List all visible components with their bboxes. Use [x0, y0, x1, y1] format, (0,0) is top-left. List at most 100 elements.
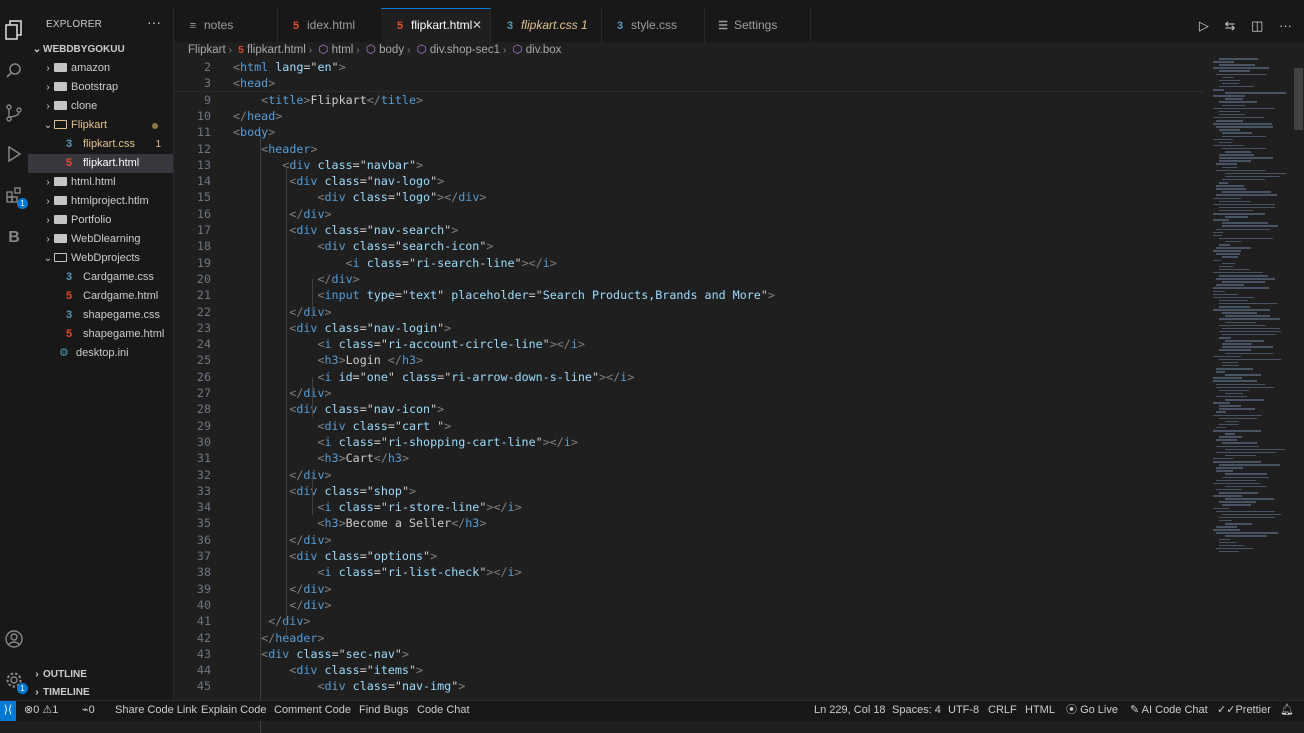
tab-idex-html[interactable]: 5 idex.html: [277, 8, 382, 42]
tree-item-htmlproject[interactable]: › htmlproject.htlm: [28, 192, 173, 211]
code-line[interactable]: 44 <div class="items">: [174, 662, 1204, 678]
remote-indicator-icon[interactable]: ⟩⟨: [0, 701, 16, 721]
code-line[interactable]: 28 <div class="nav-icon">: [174, 401, 1204, 417]
share-code-link-button[interactable]: Share Code Link: [115, 701, 197, 720]
encoding-setting[interactable]: UTF-8: [948, 701, 979, 720]
workspace-root[interactable]: ⌄ WEBDBYGOKUU: [28, 40, 173, 59]
close-icon[interactable]: ✕: [472, 9, 482, 41]
tree-item-cardgame-html[interactable]: 5 Cardgame.html: [28, 287, 173, 306]
tree-item-shapegame-css[interactable]: 3 shapegame.css: [28, 306, 173, 325]
compare-icon[interactable]: ⇆: [1225, 18, 1236, 33]
breadcrumb-folder[interactable]: Flipkart: [188, 44, 226, 56]
run-icon[interactable]: ▷: [1199, 18, 1209, 33]
breadcrumb-html[interactable]: html: [332, 44, 354, 56]
tab-settings[interactable]: ☰ Settings: [704, 8, 811, 42]
code-editor[interactable]: 2 <html lang="en"> 3 <head> 9 <title>Flipkar…: [174, 58, 1304, 733]
code-line[interactable]: 35 <h3>Become a Seller</h3>: [174, 515, 1204, 531]
breadcrumb-file[interactable]: flipkart.html: [247, 44, 306, 56]
prettier-button[interactable]: ✓✓Prettier: [1217, 701, 1271, 720]
indentation-setting[interactable]: Spaces: 4: [892, 701, 941, 720]
tab-flipkart-css[interactable]: 3 flipkart.css 1: [491, 8, 602, 42]
find-bugs-button[interactable]: Find Bugs: [359, 701, 409, 720]
run-debug-icon[interactable]: [4, 145, 24, 165]
code-line[interactable]: 40 </div>: [174, 597, 1204, 613]
code-line[interactable]: 20 </div>: [174, 271, 1204, 287]
code-line[interactable]: 27 </div>: [174, 385, 1204, 401]
tree-item-clone[interactable]: › clone: [28, 97, 173, 116]
tab-style-css[interactable]: 3 style.css: [601, 8, 705, 42]
outline-section[interactable]: › OUTLINE: [28, 665, 173, 684]
cursor-position[interactable]: Ln 229, Col 18: [814, 701, 886, 720]
code-line[interactable]: 12 <header>: [174, 141, 1204, 157]
eol-setting[interactable]: CRLF: [988, 701, 1017, 720]
code-line[interactable]: 26 <i id="one" class="ri-arrow-down-s-li…: [174, 369, 1204, 385]
code-line[interactable]: 30 <i class="ri-shopping-cart-line"></i>: [174, 434, 1204, 450]
code-line[interactable]: 32 </div>: [174, 467, 1204, 483]
code-line[interactable]: 2 <html lang="en">: [174, 59, 1204, 75]
code-line[interactable]: 42 </header>: [174, 630, 1204, 646]
code-line[interactable]: 23 <div class="nav-login">: [174, 320, 1204, 336]
code-line[interactable]: 45 <div class="nav-img">: [174, 678, 1204, 694]
scrollbar-thumb[interactable]: [1294, 68, 1303, 130]
code-line[interactable]: 14 <div class="nav-logo">: [174, 173, 1204, 189]
tree-item-flipkart-html[interactable]: 5 flipkart.html: [28, 154, 173, 173]
tree-item-cardgame-css[interactable]: 3 Cardgame.css: [28, 268, 173, 287]
code-line[interactable]: 3 <head>: [174, 75, 1204, 91]
language-mode[interactable]: HTML: [1025, 701, 1055, 720]
breadcrumb-box[interactable]: div.box: [526, 44, 562, 56]
code-line[interactable]: 36 </div>: [174, 532, 1204, 548]
split-editor-icon[interactable]: ◫: [1251, 18, 1263, 33]
tree-item-bootstrap[interactable]: › Bootstrap: [28, 78, 173, 97]
code-line[interactable]: 10 </head>: [174, 108, 1204, 124]
more-actions-icon[interactable]: ···: [1279, 18, 1292, 33]
breadcrumb-shop[interactable]: div.shop-sec1: [430, 44, 500, 56]
breadcrumb-body[interactable]: body: [379, 44, 404, 56]
notifications-bell-icon[interactable]: 🔔︎: [1280, 701, 1294, 720]
explorer-icon[interactable]: [4, 20, 24, 40]
account-icon[interactable]: [4, 630, 24, 650]
vertical-scrollbar[interactable]: [1293, 58, 1303, 700]
tab-flipkart-html[interactable]: 5 flipkart.html ✕: [381, 8, 491, 42]
code-line[interactable]: 34 <i class="ri-store-line"></i>: [174, 499, 1204, 515]
go-live-button[interactable]: ⦿ Go Live: [1066, 701, 1118, 720]
explain-code-button[interactable]: Explain Code: [201, 701, 266, 720]
code-line[interactable]: 22 </div>: [174, 304, 1204, 320]
code-line[interactable]: 9 <title>Flipkart</title>: [174, 92, 1204, 108]
problems-indicator[interactable]: ⊗0 ⚠1: [24, 701, 58, 720]
code-line[interactable]: 15 <div class="logo"></div>: [174, 189, 1204, 205]
bootstrap-icon[interactable]: B: [4, 228, 24, 248]
code-line[interactable]: 18 <div class="search-icon">: [174, 238, 1204, 254]
tree-item-webdprojects[interactable]: ⌄ WebDprojects: [28, 249, 173, 268]
tree-item-html-html[interactable]: › html.html: [28, 173, 173, 192]
code-line[interactable]: 31 <h3>Cart</h3>: [174, 450, 1204, 466]
source-control-icon[interactable]: [4, 104, 24, 124]
code-line[interactable]: 33 <div class="shop">: [174, 483, 1204, 499]
extensions-icon[interactable]: 1: [4, 186, 28, 209]
search-icon[interactable]: [4, 62, 24, 82]
manage-gear-icon[interactable]: 1: [4, 671, 28, 694]
code-line[interactable]: 43 <div class="sec-nav">: [174, 646, 1204, 662]
code-line[interactable]: 17 <div class="nav-search">: [174, 222, 1204, 238]
tab-notes[interactable]: ≡ notes: [174, 8, 278, 42]
tree-item-amazon[interactable]: › amazon: [28, 59, 173, 78]
code-line[interactable]: 19 <i class="ri-search-line"></i>: [174, 255, 1204, 271]
code-line[interactable]: 13 <div class="navbar">: [174, 157, 1204, 173]
tree-item-portfolio[interactable]: › Portfolio: [28, 211, 173, 230]
code-line[interactable]: 38 <i class="ri-list-check"></i>: [174, 564, 1204, 580]
comment-code-button[interactable]: Comment Code: [274, 701, 351, 720]
code-line[interactable]: 11 <body>: [174, 124, 1204, 140]
code-line[interactable]: 24 <i class="ri-account-circle-line"></i…: [174, 336, 1204, 352]
more-actions-icon[interactable]: ···: [147, 14, 161, 30]
code-line[interactable]: 25 <h3>Login </h3>: [174, 352, 1204, 368]
ai-code-chat-button[interactable]: ✎ AI Code Chat: [1130, 701, 1208, 720]
ports-indicator[interactable]: ⌁0: [82, 701, 95, 720]
tree-item-flipkart[interactable]: ⌄ Flipkart: [28, 116, 173, 135]
code-line[interactable]: 16 </div>: [174, 206, 1204, 222]
code-line[interactable]: 37 <div class="options">: [174, 548, 1204, 564]
tree-item-webdlearning[interactable]: › WebDlearning: [28, 230, 173, 249]
code-chat-button[interactable]: Code Chat: [417, 701, 470, 720]
minimap[interactable]: [1213, 58, 1291, 558]
tree-item-flipkart-css[interactable]: 3 flipkart.css 1: [28, 135, 173, 154]
tree-item-desktop-ini[interactable]: ⚙ desktop.ini: [28, 344, 173, 363]
code-line[interactable]: 21 <input type="text" placeholder="Searc…: [174, 287, 1204, 303]
